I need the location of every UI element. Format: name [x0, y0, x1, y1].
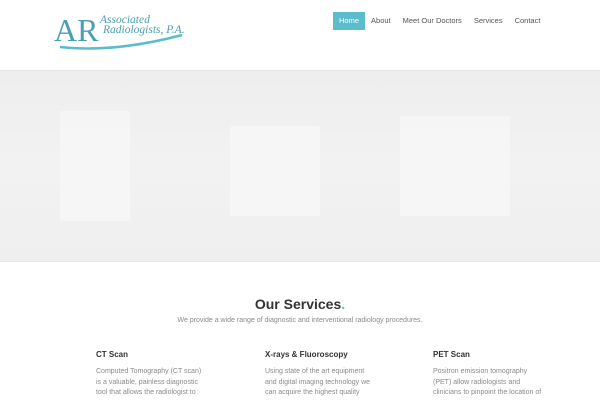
hero-banner: [0, 70, 600, 262]
services-heading: Our Services.: [0, 296, 600, 312]
nav-item-home[interactable]: Home: [333, 12, 366, 30]
service-xrays: X-rays & Fluoroscopy Using state of the …: [265, 350, 385, 399]
service-pet-scan: PET Scan Positron emission tomography (P…: [433, 350, 553, 399]
service-desc-line: clinicians to pinpoint the location of: [433, 389, 542, 396]
site-header: AR Associated Radiologists, P.A. Home Ab…: [0, 0, 600, 70]
nav-item-services[interactable]: Services: [468, 12, 509, 30]
service-desc-line: tool that allows the radiologist to: [96, 389, 196, 396]
services-heading-dot: .: [341, 296, 346, 312]
logo-line-2: Radiologists, P.A.: [103, 24, 185, 36]
logo-monogram-text: AR: [54, 13, 99, 48]
service-ct-scan: CT Scan Computed Tomography (CT scan) is…: [96, 350, 216, 399]
hero-faded-shape: [400, 116, 510, 216]
service-description: Using state of the art equipment and dig…: [265, 367, 385, 399]
service-title[interactable]: X-rays & Fluoroscopy: [265, 350, 385, 359]
services-subtitle: We provide a wide range of diagnostic an…: [177, 317, 423, 324]
service-desc-line: can acquire the highest quality: [265, 389, 360, 396]
service-title[interactable]: CT Scan: [96, 350, 216, 359]
logo-wordmark: Associated Radiologists, P.A.: [100, 14, 185, 36]
service-description: Computed Tomography (CT scan) is a valua…: [96, 367, 216, 399]
service-desc-line: Positron emission tomography: [433, 368, 528, 375]
service-title[interactable]: PET Scan: [433, 350, 553, 359]
service-desc-line: is a valuable, painless diagnostic: [96, 378, 198, 386]
service-desc-line: Computed Tomography (CT scan): [96, 368, 202, 375]
main-nav: Home About Meet Our Doctors Services Con…: [333, 12, 546, 30]
service-description: Positron emission tomography (PET) allow…: [433, 367, 553, 399]
nav-item-about[interactable]: About: [365, 12, 397, 30]
service-desc-line: Using state of the art equipment: [265, 368, 365, 375]
nav-item-meet-our-doctors[interactable]: Meet Our Doctors: [397, 12, 468, 30]
hero-faded-shape: [230, 126, 320, 216]
service-desc-line: (PET) allow radiologists and: [433, 378, 521, 386]
nav-item-contact[interactable]: Contact: [509, 12, 547, 30]
service-desc-line: and digital imaging technology we: [265, 378, 371, 386]
services-heading-text: Our Services: [254, 296, 342, 312]
hero-faded-shape: [60, 111, 130, 221]
site-logo[interactable]: AR Associated Radiologists, P.A.: [54, 13, 186, 53]
